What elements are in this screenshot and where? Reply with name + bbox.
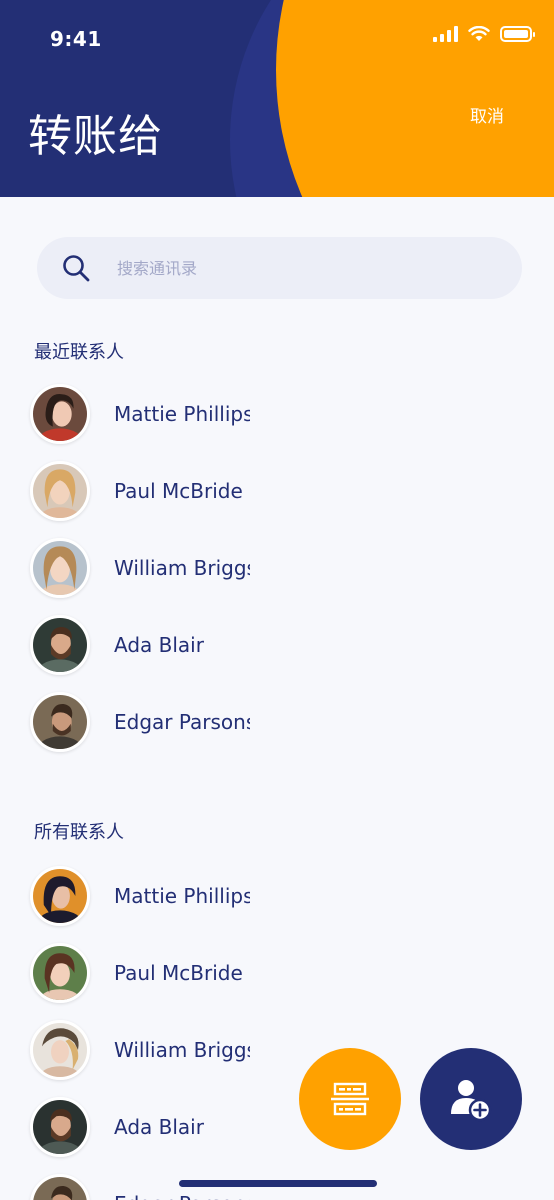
contact-name: Mattie Phillips <box>114 884 250 908</box>
avatar <box>30 1020 90 1080</box>
avatar <box>30 1174 90 1200</box>
home-indicator <box>179 1180 377 1187</box>
contact-name: Mattie Phillips <box>114 402 250 426</box>
contact-item[interactable]: Ada Blair <box>30 1097 204 1157</box>
contact-name: William Briggs <box>114 1038 250 1062</box>
avatar <box>30 943 90 1003</box>
recent-contacts-title: 最近联系人 <box>34 342 124 363</box>
status-time: 9:41 <box>50 27 102 51</box>
contact-item[interactable]: Mattie Phillips <box>30 866 250 926</box>
avatar <box>30 384 90 444</box>
recent-contact-item[interactable]: William Briggs <box>30 538 250 598</box>
contact-name: Edgar Parsons <box>114 710 250 734</box>
header: 9:41 转账给 取消 <box>0 0 554 197</box>
contact-name: Ada Blair <box>114 633 204 657</box>
scan-icon <box>331 1082 369 1116</box>
all-contacts-title: 所有联系人 <box>34 822 124 843</box>
recent-contact-item[interactable]: Paul McBride <box>30 461 243 521</box>
recent-contact-item[interactable]: Edgar Parsons <box>30 692 250 752</box>
search-bar[interactable] <box>37 237 522 299</box>
recent-contact-item[interactable]: Ada Blair <box>30 615 204 675</box>
avatar <box>30 1097 90 1157</box>
add-contact-icon <box>451 1080 492 1122</box>
signal-icon <box>433 26 458 42</box>
recent-contact-item[interactable]: Mattie Phillips <box>30 384 250 444</box>
avatar <box>30 538 90 598</box>
search-icon <box>63 255 90 282</box>
contact-item[interactable]: Edgar Parsons <box>30 1174 250 1200</box>
avatar <box>30 866 90 926</box>
search-input[interactable] <box>117 258 497 278</box>
contact-name: Paul McBride <box>114 479 243 503</box>
cancel-button[interactable]: 取消 <box>470 102 504 127</box>
battery-icon <box>500 26 535 42</box>
status-icons <box>433 26 535 42</box>
contact-name: Ada Blair <box>114 1115 204 1139</box>
contact-name: Edgar Parsons <box>114 1192 250 1200</box>
contact-name: Paul McBride <box>114 961 243 985</box>
contact-item[interactable]: Paul McBride <box>30 943 243 1003</box>
page-title: 转账给 <box>28 111 163 162</box>
add-contact-button[interactable] <box>420 1048 522 1150</box>
wifi-icon <box>468 26 490 41</box>
avatar <box>30 461 90 521</box>
scan-button[interactable] <box>299 1048 401 1150</box>
avatar <box>30 692 90 752</box>
contact-item[interactable]: William Briggs <box>30 1020 250 1080</box>
contact-name: William Briggs <box>114 556 250 580</box>
avatar <box>30 615 90 675</box>
